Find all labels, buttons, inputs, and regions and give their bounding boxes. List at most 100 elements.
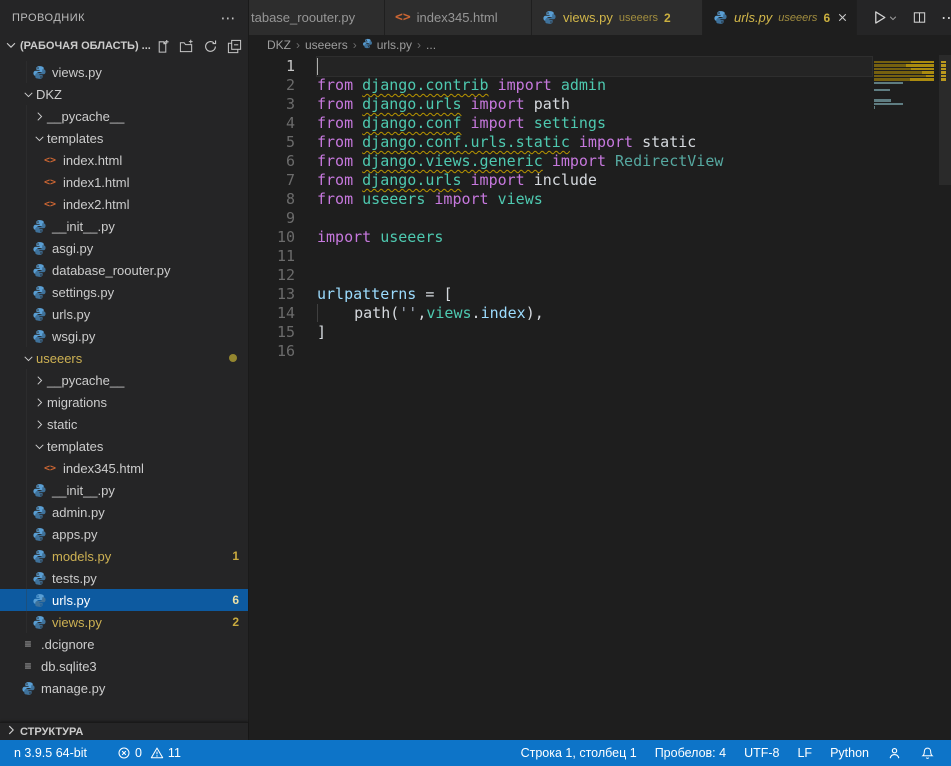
tree-item-urls.py[interactable]: urls.py6 [0, 589, 248, 611]
tree-item-apps.py[interactable]: apps.py [0, 523, 248, 545]
code-line-5[interactable]: from django.conf.urls.static import stat… [317, 133, 872, 152]
warning-ruler-mark [941, 64, 946, 67]
refresh-icon[interactable] [202, 38, 218, 54]
tree-item-__pycache__[interactable]: __pycache__ [0, 369, 248, 391]
code-line-16[interactable] [317, 342, 872, 361]
new-file-icon[interactable] [154, 38, 170, 54]
tab-problems-count: 2 [664, 11, 671, 25]
code-line-13[interactable]: urlpatterns = [ [317, 285, 872, 304]
chevron-down-icon [4, 38, 18, 55]
chevron-right-icon [31, 111, 47, 122]
tree-item-useeers[interactable]: useeers [0, 347, 248, 369]
tab-index345.html[interactable]: <>index345.html [385, 0, 532, 35]
tree-item-urls.py[interactable]: urls.py [0, 303, 248, 325]
code-editor[interactable]: 12345678910111213141516 from django.cont… [249, 55, 951, 740]
tree-item-views.py[interactable]: views.py [0, 61, 248, 83]
indentation-status[interactable]: Пробелов: 4 [649, 746, 732, 760]
code-line-7[interactable]: from django.urls import include [317, 171, 872, 190]
breadcrumb-item-file[interactable]: urls.py [362, 38, 412, 52]
tree-item-database_roouter.py[interactable]: database_roouter.py [0, 259, 248, 281]
line-number: 14 [249, 304, 295, 323]
tree-item-views.py[interactable]: views.py2 [0, 611, 248, 633]
code-line-11[interactable] [317, 247, 872, 266]
outline-section-header[interactable]: СТРУКТУРА [0, 722, 248, 740]
vscode-window: ПРОВОДНИК ⋯ (РАБОЧАЯ ОБЛАСТЬ) ... [0, 0, 951, 766]
html-icon: <> [44, 199, 56, 210]
tree-item-label: useeers [36, 351, 82, 366]
collapse-all-icon[interactable] [226, 38, 242, 54]
code-line-12[interactable] [317, 266, 872, 285]
tree-item-settings.py[interactable]: settings.py [0, 281, 248, 303]
eol-status[interactable]: LF [791, 746, 818, 760]
problems-status[interactable]: 0 11 [111, 746, 187, 760]
code-line-14[interactable]: path('',views.index), [317, 304, 872, 323]
tab-urls.py[interactable]: urls.pyuseeers6 [703, 0, 857, 35]
close-icon[interactable] [836, 9, 849, 27]
notifications-bell-icon[interactable] [914, 746, 941, 761]
python-interpreter-status[interactable]: n 3.9.5 64-bit [8, 746, 93, 760]
tree-item-index2.html[interactable]: <>index2.html [0, 193, 248, 215]
language-mode-status[interactable]: Python [824, 746, 875, 760]
code-line-4[interactable]: from django.conf import settings [317, 114, 872, 133]
html-icon: <> [44, 155, 56, 166]
code-content[interactable]: from django.contrib import adminfrom dja… [295, 55, 872, 740]
code-line-9[interactable] [317, 209, 872, 228]
tab-views.py[interactable]: views.pyuseeers2 [532, 0, 703, 35]
code-line-3[interactable]: from django.urls import path [317, 95, 872, 114]
python-icon [31, 307, 47, 322]
code-line-10[interactable]: import useeers [317, 228, 872, 247]
chevron-down-icon [20, 89, 36, 100]
explorer-sidebar: ПРОВОДНИК ⋯ (РАБОЧАЯ ОБЛАСТЬ) ... [0, 0, 249, 740]
problems-badge: 2 [232, 615, 239, 629]
new-folder-icon[interactable] [178, 38, 194, 54]
tree-item-__init__.py[interactable]: __init__.py [0, 215, 248, 237]
tree-item-admin.py[interactable]: admin.py [0, 501, 248, 523]
tree-item-templates[interactable]: templates [0, 127, 248, 149]
tree-item-label: database_roouter.py [52, 263, 171, 278]
tree-item-index345.html[interactable]: <>index345.html [0, 457, 248, 479]
code-line-1[interactable] [317, 57, 872, 76]
code-line-15[interactable]: ] [317, 323, 872, 342]
python-icon [31, 219, 47, 234]
breadcrumb-item-folder[interactable]: DKZ [267, 38, 291, 52]
split-editor-button[interactable] [912, 10, 927, 25]
tree-item-.dcignore[interactable]: ≡.dcignore [0, 633, 248, 655]
feedback-icon[interactable] [881, 746, 908, 761]
tree-item-__pycache__[interactable]: __pycache__ [0, 105, 248, 127]
tree-item-index.html[interactable]: <>index.html [0, 149, 248, 171]
tab-bar: tabase_roouter.py<>index345.htmlviews.py… [249, 0, 951, 35]
overview-ruler[interactable] [939, 55, 951, 740]
cursor-position-status[interactable]: Строка 1, столбец 1 [515, 746, 643, 760]
line-number: 6 [249, 152, 295, 171]
tree-item-templates[interactable]: templates [0, 435, 248, 457]
tree-item-wsgi.py[interactable]: wsgi.py [0, 325, 248, 347]
tree-item-index1.html[interactable]: <>index1.html [0, 171, 248, 193]
code-line-8[interactable]: from useeers import views [317, 190, 872, 209]
explorer-more-actions-icon[interactable]: ⋯ [221, 9, 237, 27]
breadcrumb-item-symbol[interactable]: ... [426, 38, 436, 52]
code-line-2[interactable]: from django.contrib import admin [317, 76, 872, 95]
tree-item-db.sqlite3[interactable]: ≡db.sqlite3 [0, 655, 248, 677]
warning-ruler-mark [941, 75, 946, 78]
minimap-line [874, 64, 934, 67]
encoding-status[interactable]: UTF-8 [738, 746, 785, 760]
tree-item-static[interactable]: static [0, 413, 248, 435]
tree-item-manage.py[interactable]: manage.py [0, 677, 248, 699]
tab-tabase_roouter.py[interactable]: tabase_roouter.py [249, 0, 385, 35]
line-number: 13 [249, 285, 295, 304]
tree-item-migrations[interactable]: migrations [0, 391, 248, 413]
chevron-right-icon: › [353, 38, 357, 52]
breadcrumb-item-package[interactable]: useeers [305, 38, 348, 52]
tree-item-label: apps.py [52, 527, 98, 542]
tree-item-DKZ[interactable]: DKZ [0, 83, 248, 105]
python-icon [31, 505, 47, 520]
code-line-6[interactable]: from django.views.generic import Redirec… [317, 152, 872, 171]
tree-item-__init__.py[interactable]: __init__.py [0, 479, 248, 501]
tree-item-asgi.py[interactable]: asgi.py [0, 237, 248, 259]
tree-item-models.py[interactable]: models.py1 [0, 545, 248, 567]
more-actions-icon[interactable]: ⋯ [941, 8, 951, 28]
tree-item-tests.py[interactable]: tests.py [0, 567, 248, 589]
minimap[interactable] [874, 55, 938, 113]
run-python-file-button[interactable] [871, 9, 898, 26]
workspace-section-header[interactable]: (РАБОЧАЯ ОБЛАСТЬ) ... [0, 35, 248, 57]
